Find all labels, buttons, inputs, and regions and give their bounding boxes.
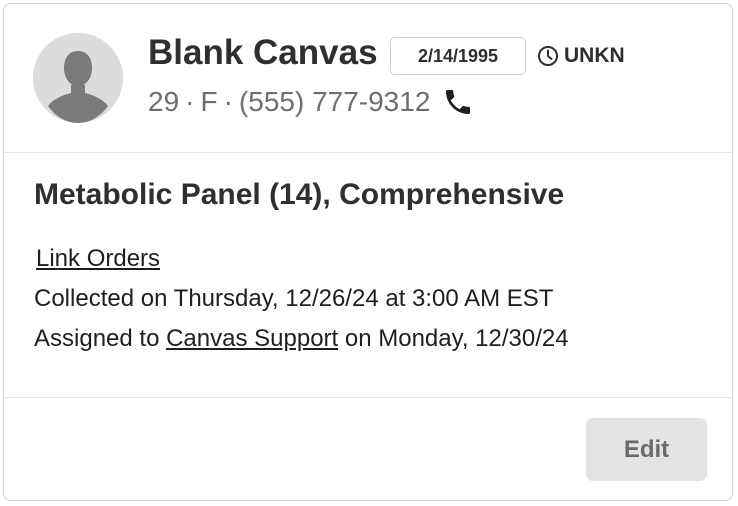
assignee-link[interactable]: Canvas Support: [166, 325, 338, 352]
dob-badge: 2/14/1995: [390, 37, 526, 75]
status-indicator: UNKN: [537, 42, 625, 70]
assigned-row: Assigned to Canvas Support on Monday, 12…: [34, 324, 569, 354]
edit-button[interactable]: Edit: [586, 418, 707, 481]
card-footer: Edit: [4, 398, 732, 500]
test-title: Metabolic Panel (14), Comprehensive: [34, 178, 565, 211]
order-details: Metabolic Panel (14), Comprehensive Link…: [4, 153, 732, 398]
link-orders-row: Link Orders: [36, 244, 160, 274]
collected-text: Collected on Thursday, 12/26/24 at 3:00 …: [34, 285, 554, 312]
patient-name: Blank Canvas: [148, 33, 378, 72]
patient-phone: (555) 777-9312: [238, 86, 431, 117]
lab-result-card: Blank Canvas 2/14/1995 UNKN 29 · F · (55…: [3, 3, 733, 501]
patient-header: Blank Canvas 2/14/1995 UNKN 29 · F · (55…: [4, 4, 732, 153]
assigned-prefix: Assigned to: [34, 325, 160, 352]
patient-sex: F: [200, 86, 218, 117]
person-silhouette-icon: [33, 33, 123, 123]
separator: ·: [223, 86, 233, 117]
avatar: [33, 33, 123, 123]
assigned-suffix: on Monday, 12/30/24: [344, 325, 569, 352]
phone-icon[interactable]: [442, 86, 474, 118]
clock-icon: [537, 45, 559, 67]
separator: ·: [185, 86, 195, 117]
patient-demographics: 29 · F · (555) 777-9312: [148, 82, 474, 122]
patient-age: 29: [148, 86, 180, 117]
link-orders-link[interactable]: Link Orders: [36, 245, 160, 272]
status-text: UNKN: [564, 44, 625, 67]
